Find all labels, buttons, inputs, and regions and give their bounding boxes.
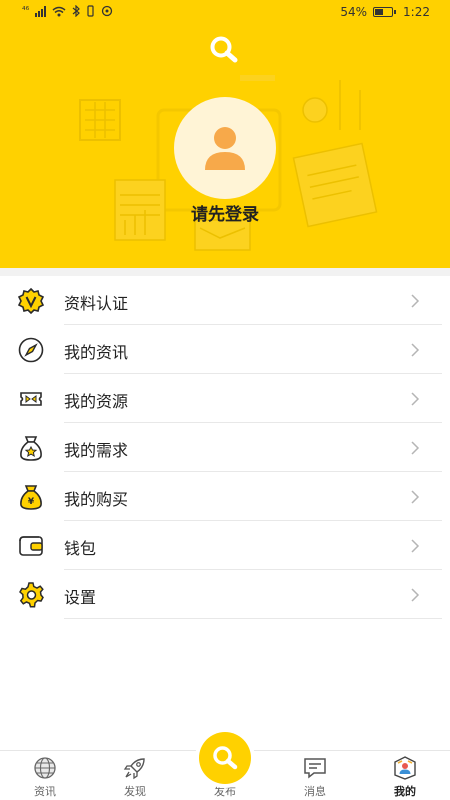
chevron-right-icon (411, 294, 420, 308)
tab-label: 发布 (214, 785, 236, 798)
vibrate-icon (87, 5, 94, 17)
chevron-right-icon (411, 490, 420, 504)
menu-item-verification[interactable]: 资料认证 (0, 276, 450, 325)
menu-item-label: 钱包 (64, 539, 97, 558)
tab-mine[interactable]: 我的 (360, 751, 450, 800)
menu-item-my-needs[interactable]: 我的需求 (0, 423, 450, 472)
menu-item-my-news[interactable]: 我的资讯 (0, 325, 450, 374)
tab-label: 资讯 (34, 785, 56, 798)
bluetooth-icon (72, 5, 81, 17)
profile-header: ⁴⁶ 54% 1:22 请先登录 (0, 0, 450, 268)
tab-label: 发现 (124, 785, 146, 798)
wallet-icon (19, 536, 43, 556)
compass-icon (18, 337, 44, 363)
svg-text:¥: ¥ (28, 497, 35, 507)
chevron-right-icon (411, 539, 420, 553)
menu-item-label: 我的需求 (64, 441, 129, 460)
tab-messages[interactable]: 消息 (270, 751, 360, 800)
battery-icon (373, 7, 397, 17)
menu-item-settings[interactable]: 设置 (0, 570, 450, 619)
publish-button[interactable] (199, 732, 251, 784)
rocket-icon (123, 758, 145, 780)
chevron-right-icon (411, 392, 420, 406)
user-avatar-icon (205, 127, 245, 170)
globe-icon (34, 757, 56, 779)
section-divider (0, 268, 450, 276)
chevron-right-icon (411, 588, 420, 602)
menu-item-label: 设置 (64, 588, 97, 607)
tab-label: 我的 (394, 785, 416, 798)
avatar[interactable] (174, 97, 276, 199)
ticket-icon (20, 392, 42, 406)
profile-menu: 资料认证 我的资讯 我的资源 我的需求 ¥ 我的购买 钱包 设置 (0, 276, 450, 619)
menu-item-my-resources[interactable]: 我的资源 (0, 374, 450, 423)
status-bar: ⁴⁶ 54% 1:22 (0, 0, 450, 26)
search-icon (213, 746, 238, 770)
money-bag-icon: ¥ (20, 485, 42, 510)
menu-item-my-purchases[interactable]: ¥ 我的购买 (0, 472, 450, 521)
tab-label: 消息 (304, 785, 326, 798)
gear-icon (19, 582, 44, 608)
message-icon (304, 758, 326, 779)
chevron-right-icon (411, 441, 420, 455)
signal-icon (35, 5, 47, 17)
clock: 1:22 (403, 5, 430, 19)
sync-icon (102, 5, 113, 17)
verified-badge-icon (17, 287, 45, 315)
menu-item-label: 我的资源 (64, 392, 129, 411)
tab-discover[interactable]: 发现 (90, 751, 180, 800)
menu-item-wallet[interactable]: 钱包 (0, 521, 450, 570)
chevron-right-icon (411, 343, 420, 357)
menu-item-label: 资料认证 (64, 294, 129, 313)
profile-icon (394, 756, 416, 780)
battery-percent: 54% (340, 5, 368, 19)
network-type-label: ⁴⁶ (22, 6, 30, 16)
login-prompt[interactable]: 请先登录 (0, 200, 450, 225)
wifi-icon (52, 6, 66, 16)
tab-news[interactable]: 资讯 (0, 751, 90, 800)
row-divider (64, 618, 442, 619)
search-icon[interactable] (206, 32, 242, 68)
star-bag-icon (20, 436, 42, 461)
menu-item-label: 我的资讯 (64, 343, 129, 362)
menu-item-label: 我的购买 (64, 490, 129, 509)
